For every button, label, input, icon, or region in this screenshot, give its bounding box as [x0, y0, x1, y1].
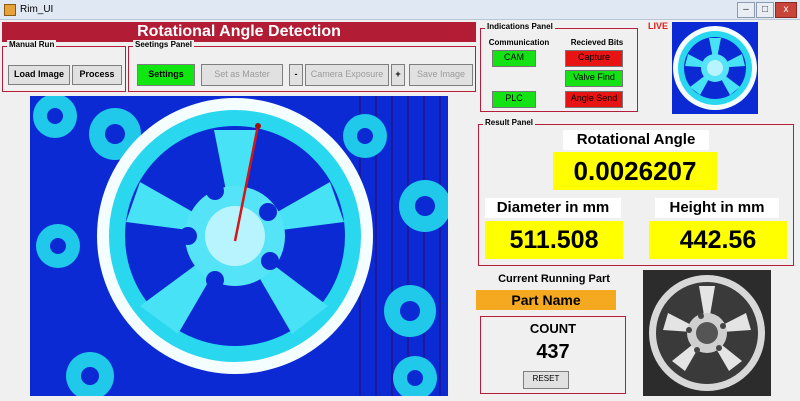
result-panel-title: Result Panel: [483, 118, 536, 127]
manual-run-panel: Manual Run Load Image Process: [2, 40, 126, 92]
valve-find-indicator: Valve Find: [565, 70, 623, 87]
save-image-button[interactable]: Save Image: [409, 64, 473, 86]
exposure-plus-button[interactable]: +: [391, 64, 405, 86]
page-title: Rotational Angle Detection: [2, 22, 476, 42]
count-value: 437: [536, 341, 570, 363]
load-image-button[interactable]: Load Image: [8, 65, 70, 85]
rotational-angle-label: Rotational Angle: [563, 130, 709, 150]
angle-send-indicator: Angle Send: [565, 91, 623, 108]
app-icon: [4, 4, 16, 16]
live-wheel-graphic: [672, 22, 758, 114]
maximize-icon[interactable]: □: [756, 2, 774, 18]
indications-title: Indications Panel: [485, 22, 555, 31]
count-label: COUNT: [529, 321, 577, 336]
height-label: Height in mm: [655, 198, 779, 218]
reset-button[interactable]: RESET: [523, 371, 569, 389]
process-button[interactable]: Process: [72, 65, 122, 85]
live-label: LIVE: [648, 21, 669, 31]
diameter-label: Diameter in mm: [485, 198, 621, 218]
window-title: Rim_UI: [20, 4, 54, 15]
height-value: 442.56: [649, 221, 787, 259]
part-name-value: Part Name: [476, 290, 616, 310]
diameter-value: 511.508: [485, 221, 623, 259]
exposure-minus-button[interactable]: -: [289, 64, 303, 86]
count-panel: COUNT 437 RESET: [480, 316, 626, 394]
rotational-angle-value: 0.0026207: [553, 152, 717, 190]
indications-panel: Indications Panel Communication Recieved…: [480, 22, 638, 112]
received-bits-header: Recieved Bits: [570, 38, 624, 47]
communication-header: Communication: [488, 38, 550, 47]
settings-panel: Seetings Panel Settings Set as Master - …: [128, 40, 476, 92]
result-panel: Result Panel Rotational Angle 0.0026207 …: [478, 118, 794, 266]
window-titlebar: Rim_UI – □ x: [0, 0, 800, 20]
current-running-part-label: Current Running Part: [498, 273, 610, 285]
minimize-icon[interactable]: –: [737, 2, 755, 18]
running-part-image: [643, 270, 771, 396]
set-master-button[interactable]: Set as Master: [201, 64, 283, 86]
capture-indicator: Capture: [565, 50, 623, 67]
close-icon[interactable]: x: [775, 2, 797, 18]
manual-run-title: Manual Run: [7, 40, 57, 49]
plc-indicator: PLC: [492, 91, 536, 108]
live-camera-image: [672, 22, 758, 114]
running-part-graphic: [643, 270, 771, 396]
processed-wheel-graphic: [30, 94, 451, 400]
settings-button[interactable]: Settings: [137, 64, 195, 86]
camera-exposure-field[interactable]: Camera Exposure: [305, 64, 389, 86]
processed-wheel-image: [30, 94, 451, 400]
settings-panel-title: Seetings Panel: [133, 40, 194, 49]
cam-indicator: CAM: [492, 50, 536, 67]
